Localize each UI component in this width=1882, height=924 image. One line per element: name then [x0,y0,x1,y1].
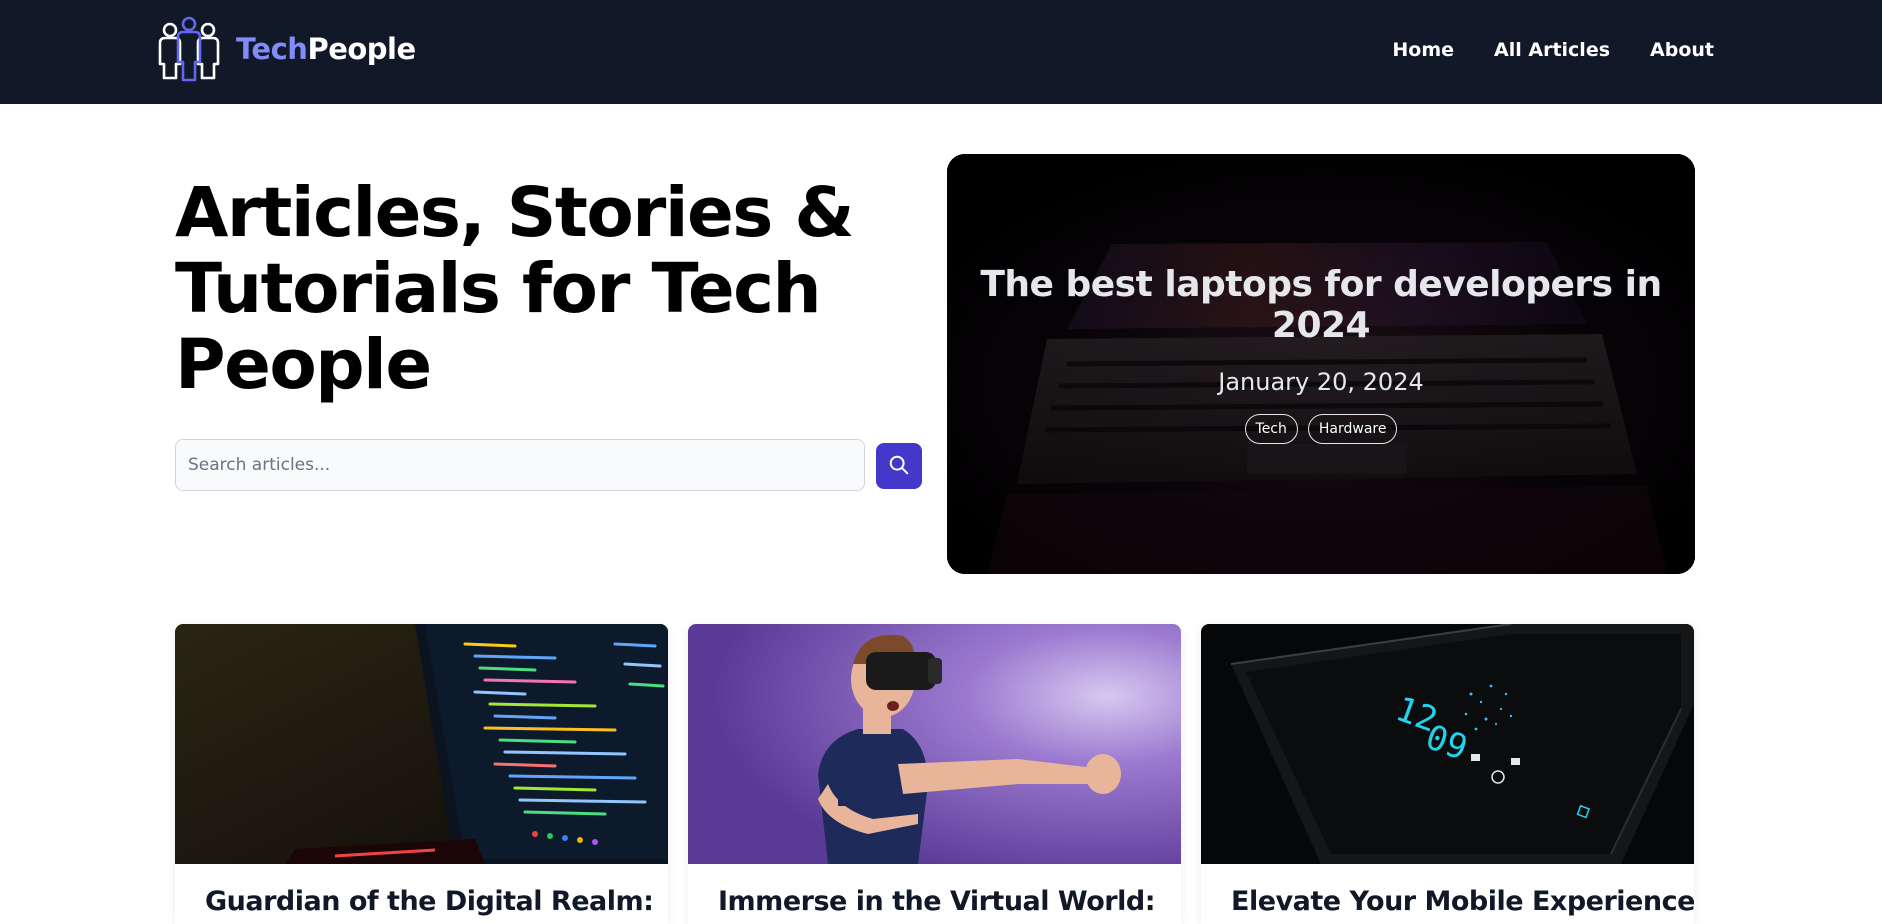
featured-date: January 20, 2024 [1218,368,1424,396]
card-title: Immerse in the Virtual World: [718,886,1156,917]
card-title: Elevate Your Mobile Experience [1231,886,1694,917]
featured-tags: Tech Hardware [1244,414,1398,444]
brand-name-people: People [307,32,416,66]
search-icon [888,454,910,479]
smartphone-image: 12 09 [1201,624,1694,864]
nav-link-home[interactable]: Home [1392,39,1454,61]
people-group-icon [156,16,222,82]
code-monitor-image [175,624,668,864]
brand-name-tech: Tech [236,32,308,66]
vr-headset-image [688,624,1181,864]
main-nav: Home All Articles About [1392,0,1714,100]
hero-title: Articles, Stories & Tutorials for Tech P… [175,173,855,405]
search-button[interactable] [876,443,922,489]
brand-name: TechPeople [236,32,416,66]
search-input[interactable] [175,439,865,491]
article-card[interactable]: Guardian of the Digital Realm: [175,624,668,924]
card-title: Guardian of the Digital Realm: [205,886,654,917]
tag-tech[interactable]: Tech [1244,414,1298,444]
nav-link-all-articles[interactable]: All Articles [1494,39,1610,61]
brand-logo-link[interactable]: TechPeople [156,16,416,82]
article-card[interactable]: 12 09 Elevate Your Mobile Experience [1201,624,1694,924]
featured-title: The best laptops for developers in 2024 [980,264,1662,346]
article-card[interactable]: Immerse in the Virtual World: [688,624,1181,924]
top-navbar: TechPeople Home All Articles About [0,0,1882,104]
featured-article-card[interactable]: The best laptops for developers in 2024 … [947,154,1695,574]
tag-hardware[interactable]: Hardware [1307,414,1398,444]
nav-link-about[interactable]: About [1650,39,1714,61]
featured-overlay: The best laptops for developers in 2024 … [947,154,1695,574]
